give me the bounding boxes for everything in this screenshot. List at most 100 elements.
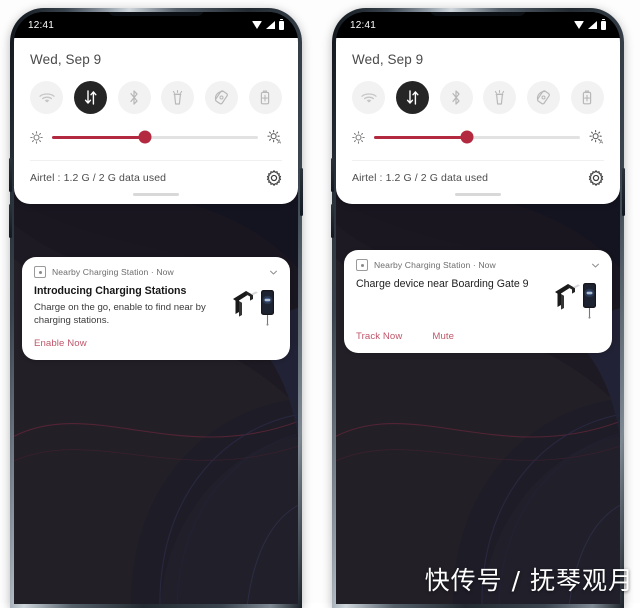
bluetooth-tile[interactable] <box>439 81 473 114</box>
battery-saver-tile[interactable] <box>570 81 604 114</box>
battery-saver-icon <box>583 90 592 105</box>
gear-icon[interactable] <box>588 170 604 186</box>
brightness-slider-row[interactable]: A <box>30 130 282 144</box>
watermark: 快传号 / 抚琴观月 <box>424 566 634 595</box>
notification-card-right[interactable]: Nearby Charging Station · Now Charge dev… <box>344 250 612 353</box>
panel-drag-handle[interactable] <box>455 193 501 196</box>
brightness-fill <box>374 135 467 139</box>
notification-text: Charge device near Boarding Gate 9 <box>356 278 546 295</box>
carrier-data-text: Airtel : 1.2 G / 2 G data used <box>352 172 489 184</box>
phone-left-screen: 12:41 Wed, Sep 9 A Airtel: 1.2 G / 2 G … <box>14 12 298 604</box>
carrier-row: Airtel : 1.2 G / 2 G data used <box>30 160 282 186</box>
bluetooth-icon <box>130 90 138 105</box>
notification-body: Introducing Charging Stations Charge on … <box>34 285 278 329</box>
screenshot-stage: 12:41 Wed, Sep 9 A Airtel: 1.2 G / 2 G … <box>0 0 640 608</box>
brightness-low-icon <box>352 130 365 144</box>
volume-down-button[interactable] <box>9 204 12 238</box>
brightness-knob[interactable] <box>460 130 474 144</box>
notification-title: Charge device near Boarding Gate 9 <box>356 278 529 290</box>
quick-settings-panel-right: Wed, Sep 9 A Airtel: 1.2 G / 2 G data u… <box>336 38 620 204</box>
volume-up-button[interactable] <box>331 158 334 192</box>
qs-date: Wed, Sep 9 <box>352 52 424 67</box>
charging-dock-illustration <box>555 283 596 319</box>
notification-title: Introducing Charging Stations <box>34 285 187 297</box>
brightness-auto-icon: A <box>267 130 281 144</box>
wifi-tile[interactable] <box>352 81 385 114</box>
notification-header: Nearby Charging Station · Now <box>34 266 278 278</box>
phone-left: 12:41 Wed, Sep 9 A Airtel: 1.2 G / 2 G … <box>9 8 303 608</box>
notification-body: Charge device near Boarding Gate 9 <box>356 278 600 322</box>
charging-station-app-icon <box>356 259 368 271</box>
auto-rotate-icon <box>215 90 229 105</box>
panel-drag-handle[interactable] <box>133 193 179 196</box>
brightness-fill <box>52 135 145 139</box>
chevron-down-icon[interactable] <box>269 268 278 277</box>
wifi-tile[interactable] <box>30 81 63 114</box>
gear-icon[interactable] <box>266 170 282 186</box>
phone-right-screen: 12:41 Wed, Sep 9 A Airtel: 1.2 G / 2 G … <box>336 12 620 604</box>
quick-settings-panel-left: Wed, Sep 9 A Airtel: 1.2 G / 2 G data u… <box>14 38 298 204</box>
brightness-auto-icon: A <box>589 130 603 144</box>
volume-down-button[interactable] <box>331 204 334 238</box>
enable-now-button[interactable]: Enable Now <box>34 338 87 349</box>
qs-date: Wed, Sep 9 <box>30 52 102 67</box>
power-button[interactable] <box>300 168 303 216</box>
mobile-data-tile[interactable] <box>73 81 107 114</box>
svg-text:A: A <box>277 139 281 144</box>
bluetooth-icon <box>452 90 460 105</box>
flashlight-icon <box>495 90 505 105</box>
mute-button[interactable]: Mute <box>432 331 454 342</box>
wifi-icon <box>360 92 377 103</box>
notification-subtitle: Charge on the go, enable to find near by… <box>34 301 206 326</box>
status-icons <box>574 18 606 30</box>
carrier-data-text: Airtel : 1.2 G / 2 G data used <box>30 172 167 184</box>
status-icons <box>252 18 284 30</box>
charging-dock-illustration <box>233 290 274 326</box>
notification-card-left[interactable]: Nearby Charging Station · Now Introducin… <box>22 257 290 360</box>
flashlight-tile[interactable] <box>483 81 517 114</box>
signal-icon <box>588 21 597 29</box>
chevron-down-icon[interactable] <box>591 261 600 270</box>
notification-header: Nearby Charging Station · Now <box>356 259 600 271</box>
status-clock: 12:41 <box>28 19 55 31</box>
brightness-track[interactable] <box>374 130 580 144</box>
wifi-icon <box>38 92 55 103</box>
auto-rotate-icon <box>537 90 551 105</box>
camera-notch <box>108 12 204 16</box>
flashlight-icon <box>173 90 183 105</box>
mobile-data-icon <box>84 90 97 105</box>
mobile-data-icon <box>406 90 419 105</box>
notification-app-name: Nearby Charging Station · Now <box>374 260 496 270</box>
notification-app-name: Nearby Charging Station · Now <box>52 267 174 277</box>
brightness-slider-row[interactable]: A <box>352 130 604 144</box>
phone-right: 12:41 Wed, Sep 9 A Airtel: 1.2 G / 2 G … <box>331 8 625 608</box>
carrier-row: Airtel : 1.2 G / 2 G data used <box>352 160 604 186</box>
auto-rotate-tile[interactable] <box>205 81 239 114</box>
charging-station-app-icon <box>34 266 46 278</box>
battery-icon <box>279 18 284 30</box>
mobile-data-tile[interactable] <box>395 81 429 114</box>
volume-up-button[interactable] <box>9 158 12 192</box>
notification-actions: Track Now Mute <box>356 331 600 342</box>
notification-text: Introducing Charging Stations Charge on … <box>34 285 224 328</box>
notification-actions: Enable Now <box>34 338 278 349</box>
power-button[interactable] <box>622 168 625 216</box>
wifi-icon <box>252 21 262 29</box>
bluetooth-tile[interactable] <box>117 81 151 114</box>
status-clock: 12:41 <box>350 19 377 31</box>
camera-notch <box>430 12 526 16</box>
brightness-low-icon <box>30 130 43 144</box>
flashlight-tile[interactable] <box>161 81 195 114</box>
signal-icon <box>266 21 275 29</box>
brightness-knob[interactable] <box>138 130 152 144</box>
track-now-button[interactable]: Track Now <box>356 331 402 342</box>
auto-rotate-tile[interactable] <box>527 81 561 114</box>
brightness-track[interactable] <box>52 130 258 144</box>
battery-icon <box>601 18 606 30</box>
battery-saver-tile[interactable] <box>248 81 282 114</box>
wifi-icon <box>574 21 584 29</box>
svg-text:A: A <box>599 139 603 144</box>
qs-tiles-row <box>352 81 604 114</box>
battery-saver-icon <box>261 90 270 105</box>
qs-tiles-row <box>30 81 282 114</box>
